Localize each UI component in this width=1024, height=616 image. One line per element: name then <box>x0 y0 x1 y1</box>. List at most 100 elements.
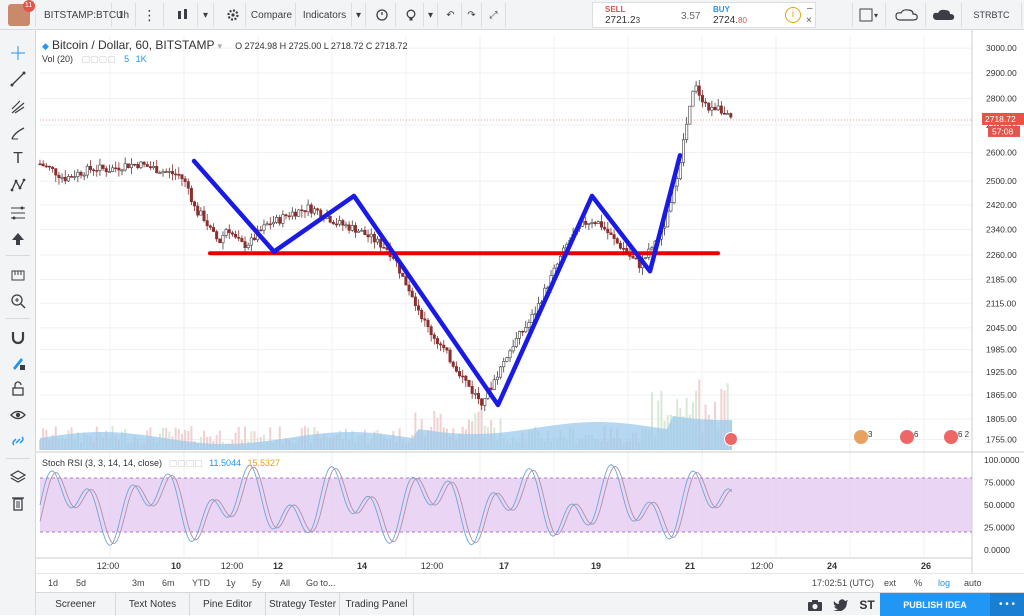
chevron-down-icon[interactable]: ▾ <box>218 41 223 51</box>
option-ext[interactable]: ext <box>884 578 896 588</box>
pitchfork-icon[interactable] <box>6 96 30 118</box>
candle <box>505 357 509 362</box>
fullscreen-icon[interactable]: ⤢ <box>482 3 506 27</box>
alert-icon[interactable] <box>368 3 396 27</box>
range-3m[interactable]: 3m <box>132 578 145 588</box>
price-tick-label: 3000.00 <box>986 43 1017 53</box>
pattern-icon[interactable] <box>6 174 30 196</box>
close-icon[interactable]: × <box>806 15 812 26</box>
zoom-in-icon[interactable] <box>6 290 30 312</box>
candle <box>101 164 105 169</box>
event-flag[interactable]: 6 2 <box>944 430 969 447</box>
tab-screener[interactable]: Screener <box>36 593 116 616</box>
event-flag[interactable]: 3 <box>854 430 872 447</box>
candle <box>382 246 386 249</box>
interval-button[interactable]: 1h <box>112 3 136 27</box>
event-flag[interactable]: 6 <box>900 430 918 447</box>
price-chart[interactable]: 3000.002900.002800.002700.002600.002500.… <box>36 30 1024 573</box>
chart-title[interactable]: Bitcoin / Dollar, 60, BITSTAMP <box>52 38 215 52</box>
candle <box>202 210 206 221</box>
legend-controls-icon[interactable]: ▢▢▢▢ <box>82 54 116 64</box>
candle <box>423 318 427 321</box>
candle <box>57 174 61 179</box>
user-avatar[interactable]: 11 <box>2 0 36 27</box>
range-ytd[interactable]: YTD <box>192 578 210 588</box>
text-tool-icon[interactable]: T <box>6 148 30 170</box>
flag-us-icon[interactable] <box>724 432 738 446</box>
legend-controls-icon[interactable]: ▢▢▢▢ <box>169 458 203 468</box>
trash-icon[interactable] <box>6 492 30 514</box>
eye-icon[interactable] <box>6 404 30 426</box>
chevron-down-icon[interactable]: ▾ <box>424 3 438 27</box>
publish-options-icon[interactable]: • • • <box>990 593 1024 616</box>
chart-area[interactable]: 3000.00 2900.00 2800.00 2700.00 2600.00 2500.… <box>36 30 1024 592</box>
range-1y[interactable]: 1y <box>226 578 236 588</box>
utc-clock[interactable]: 17:02:51 (UTC) <box>812 578 874 588</box>
candle <box>275 217 279 223</box>
stocktwits-icon[interactable]: ST <box>854 593 880 616</box>
range-1d[interactable]: 1d <box>48 578 58 588</box>
candle <box>454 366 458 372</box>
info-icon[interactable]: i <box>785 7 801 23</box>
indicators-button[interactable]: Indicators <box>298 3 352 27</box>
more-menu-icon[interactable]: ⋮ <box>136 3 164 27</box>
rsi-tick-label: 75.0000 <box>984 478 1015 488</box>
candle-style-icon[interactable] <box>168 3 198 27</box>
gear-icon[interactable] <box>220 3 246 27</box>
option-log[interactable]: log <box>938 578 950 588</box>
tab-strategy-tester[interactable]: Strategy Tester <box>266 593 340 616</box>
layout-select[interactable]: ▾ <box>852 3 886 27</box>
price-tick-label: 2260.00 <box>986 250 1017 260</box>
fib-icon[interactable] <box>6 202 30 224</box>
spread-value: 3.57 <box>681 11 701 22</box>
volume-legend: Vol (20) ▢▢▢▢ 5 1K <box>42 54 147 64</box>
buy-price[interactable]: 2724.80 <box>713 15 747 26</box>
candle <box>470 386 474 394</box>
publish-idea-button[interactable]: PUBLISH IDEA <box>880 593 990 616</box>
candle <box>587 223 591 225</box>
twitter-icon[interactable] <box>828 593 854 616</box>
lock-icon[interactable] <box>6 378 30 400</box>
sell-price[interactable]: 2721.23 <box>605 15 640 26</box>
magnet-icon[interactable] <box>6 326 30 348</box>
price-tick-label: 2500.00 <box>986 176 1017 186</box>
ruler-icon[interactable] <box>6 264 30 286</box>
redo-icon[interactable]: ↷ <box>462 3 482 27</box>
range-all[interactable]: All <box>280 578 290 588</box>
cloud-save-icon[interactable] <box>926 3 962 27</box>
candle <box>95 170 99 172</box>
candle <box>259 229 263 232</box>
tab-pine-editor[interactable]: Pine Editor <box>190 593 266 616</box>
rsi-label[interactable]: Stoch RSI (3, 3, 14, 14, close) <box>42 458 162 468</box>
undo-icon[interactable]: ↶ <box>440 3 462 27</box>
arrow-up-icon[interactable] <box>6 228 30 250</box>
candle <box>120 169 124 172</box>
trend-line-icon[interactable] <box>6 68 30 90</box>
tab-text-notes[interactable]: Text Notes <box>116 593 190 616</box>
chevron-down-icon[interactable]: ▾ <box>198 3 214 27</box>
camera-icon[interactable] <box>802 593 828 616</box>
candle <box>417 305 421 311</box>
cloud-load-icon[interactable] <box>888 3 926 27</box>
range-5d[interactable]: 5d <box>76 578 86 588</box>
minimize-icon[interactable]: – <box>807 3 813 14</box>
option-auto[interactable]: auto <box>964 578 982 588</box>
layout-name[interactable]: STRBTC <box>962 3 1022 27</box>
option-percent[interactable]: % <box>914 578 922 588</box>
lightbulb-icon[interactable] <box>398 3 424 27</box>
chevron-down-icon[interactable]: ▾ <box>352 3 366 27</box>
brush-icon[interactable] <box>6 122 30 144</box>
link-icon[interactable] <box>6 430 30 452</box>
candle <box>435 338 439 345</box>
layers-icon[interactable] <box>6 466 30 488</box>
lock-drawing-icon[interactable] <box>6 352 30 374</box>
crosshair-icon[interactable] <box>6 42 30 64</box>
volume-label[interactable]: Vol (20) <box>42 54 73 64</box>
tab-trading-panel[interactable]: Trading Panel <box>340 593 414 616</box>
svg-text:▾: ▾ <box>874 11 878 20</box>
goto-date[interactable]: Go to... <box>306 578 336 588</box>
compare-button[interactable]: Compare <box>248 3 296 27</box>
range-5y[interactable]: 5y <box>252 578 262 588</box>
symbol-search[interactable]: BITSTAMP:BTCU <box>40 3 123 27</box>
range-6m[interactable]: 6m <box>162 578 175 588</box>
